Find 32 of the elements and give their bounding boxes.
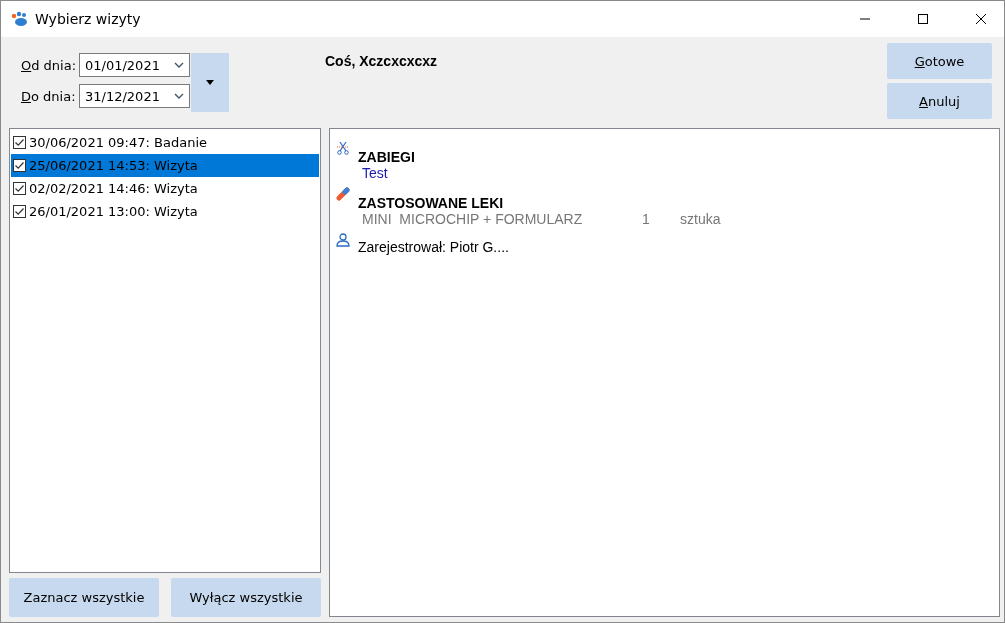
caret-icon <box>206 80 214 85</box>
chevron-down-icon[interactable] <box>174 93 184 99</box>
registered-by-text: Zarejestrował: Piotr G.... <box>358 239 509 255</box>
pill-icon <box>336 187 350 201</box>
procedure-text: Test <box>362 165 389 181</box>
drug-unit: sztuka <box>680 211 721 227</box>
date-label: Do dnia: <box>21 88 77 104</box>
scissors-icon <box>336 141 350 155</box>
window-title: Wybierz wizyty <box>35 11 141 27</box>
patient-name: Coś, Xczcxcxcxz <box>325 53 438 71</box>
list-button[interactable]: Zaznacz wszystkie <box>9 578 159 617</box>
visit-item[interactable]: 02/02/2021 14:46: Wizyta <box>11 177 319 200</box>
visit-item[interactable]: 30/06/2021 09:47: Badanie <box>11 131 319 154</box>
visit-item[interactable]: 26/01/2021 13:00: Wizyta <box>11 200 319 223</box>
section-heading: ZABIEGI <box>358 149 415 165</box>
checkbox[interactable] <box>13 159 26 172</box>
visit-item[interactable]: 25/06/2021 14:53: Wizyta <box>11 154 319 177</box>
dialog-button[interactable]: Gotowe <box>887 43 992 79</box>
list-button[interactable]: Wyłącz wszystkie <box>171 578 321 617</box>
chevron-down-icon[interactable] <box>174 62 184 68</box>
person-icon <box>336 233 350 247</box>
checkbox[interactable] <box>13 205 26 218</box>
checkbox[interactable] <box>13 136 26 149</box>
date-field[interactable]: 31/12/2021 <box>79 84 190 108</box>
date-field[interactable]: 01/01/2021 <box>79 53 190 77</box>
section-heading: ZASTOSOWANE LEKI <box>358 195 504 211</box>
app-logo-icon <box>11 11 29 27</box>
drug-quantity: 1 <box>642 211 651 227</box>
dialog-button[interactable]: Anuluj <box>887 83 992 119</box>
drug-name: MINI MICROCHIP + FORMULARZ <box>362 211 584 227</box>
date-label: Od dnia: <box>21 57 78 73</box>
checkbox[interactable] <box>13 182 26 195</box>
